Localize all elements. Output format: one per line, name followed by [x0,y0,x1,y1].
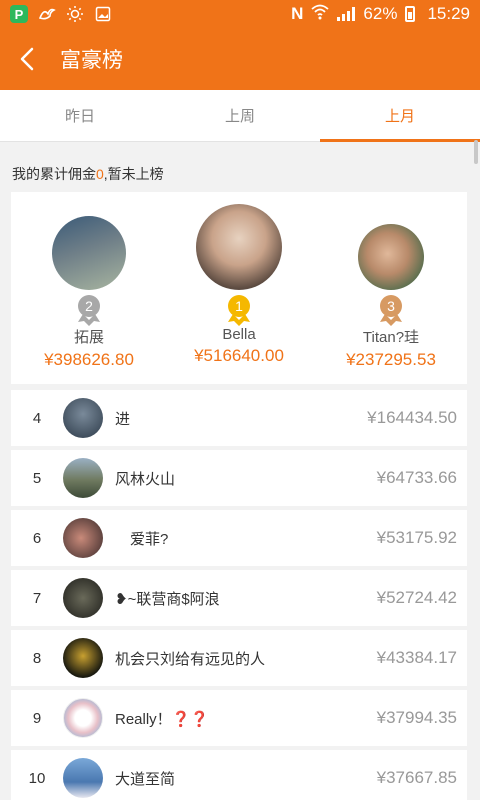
my-commission-status: 我的累计佣金0,暂未上榜 [12,166,164,182]
user-name: 风林火山 [115,470,176,488]
user-name: 进 [115,410,131,428]
commission-amount: ¥52724.42 [376,588,457,607]
avatar [63,458,103,498]
commission-amount: ¥53175.92 [376,528,457,547]
list-item[interactable]: 6 爱菲? ¥53175.92 [11,510,467,566]
app-notification-icon: P [10,5,28,23]
top-three-podium: 2 拓展 ¥398626.80 1 Bella ¥516640.00 3 Tit… [11,192,467,384]
ranking-list: 4 进 ¥164434.50 5 风林火山 ¥64733.66 6 爱菲? ¥5… [11,390,467,800]
svg-text:1: 1 [235,298,243,314]
title-bar: 富豪榜 [0,28,480,90]
list-item[interactable]: 4 进 ¥164434.50 [11,390,467,446]
avatar [63,758,103,798]
user-name: ❥~联营商$阿浪 [115,590,220,608]
podium-amount: ¥398626.80 [44,350,134,369]
podium-rank-3[interactable]: 3 Titan?珪 ¥237295.53 [311,224,471,370]
commission-amount: ¥37667.85 [376,768,457,787]
scrollbar[interactable] [474,140,478,164]
period-tabs: 昨日 上周 上月 [0,90,480,142]
list-item[interactable]: 5 风林火山 ¥64733.66 [11,450,467,506]
avatar [63,518,103,558]
list-item[interactable]: 8 机会只刘给有远见的人 ¥43384.17 [11,630,467,686]
wifi-icon [311,4,330,25]
user-name: 机会只刘给有远见的人 [115,650,266,668]
chevron-left-icon [20,47,34,71]
tab-last-week[interactable]: 上周 [160,90,320,141]
commission-amount: ¥164434.50 [367,408,457,427]
brightness-icon [66,5,84,23]
avatar [52,216,126,290]
rank-number: 8 [32,649,42,667]
battery-level: 62% [363,4,398,23]
podium-amount: ¥237295.53 [346,350,436,369]
commission-amount: ¥64733.66 [376,468,457,487]
rank-number: 9 [32,709,42,727]
status-bar: P N 62% 15:29 [0,0,480,28]
avatar [196,204,282,290]
signal-icon [337,7,356,21]
avatar [358,224,424,290]
page-title: 富豪榜 [60,49,123,72]
silver-medal-icon: 2 [78,295,100,326]
avatar [63,698,103,738]
list-item[interactable]: 10 大道至简 ¥37667.85 [11,750,467,800]
avatar [63,578,103,618]
svg-text:2: 2 [85,298,93,314]
clock: 15:29 [427,4,470,23]
svg-text:3: 3 [387,298,395,314]
podium-rank-1[interactable]: 1 Bella ¥516640.00 [159,204,319,366]
bird-notification-icon [38,5,56,23]
avatar [63,398,103,438]
battery-icon [405,6,416,22]
rank-number: 4 [32,409,42,427]
rank-number: 10 [28,769,46,787]
user-name: 爱菲? [115,530,169,548]
podium-amount: ¥516640.00 [194,346,284,365]
list-item[interactable]: 9 Really！❓❓ ¥37994.35 [11,690,467,746]
commission-amount: ¥43384.17 [376,648,457,667]
bronze-medal-icon: 3 [380,295,402,326]
rank-number: 6 [32,529,42,547]
tab-last-month[interactable]: 上月 [320,90,480,142]
list-item[interactable]: 7 ❥~联营商$阿浪 ¥52724.42 [11,570,467,626]
rank-number: 7 [32,589,42,607]
commission-amount: ¥37994.35 [376,708,457,727]
rank-number: 5 [32,469,42,487]
podium-rank-2[interactable]: 2 拓展 ¥398626.80 [9,216,169,370]
gold-medal-icon: 1 [228,295,250,326]
user-name: Really！❓❓ [115,710,210,728]
podium-name: 拓展 [73,329,104,346]
avatar [63,638,103,678]
tab-yesterday[interactable]: 昨日 [0,90,160,141]
podium-name: Titan?珪 [362,329,420,346]
my-commission-amount: 0 [96,166,104,182]
gallery-notification-icon [94,5,112,23]
back-button[interactable] [0,28,54,90]
nfc-icon: N [291,4,304,23]
user-name: 大道至简 [115,770,176,788]
podium-name: Bella [222,326,256,343]
